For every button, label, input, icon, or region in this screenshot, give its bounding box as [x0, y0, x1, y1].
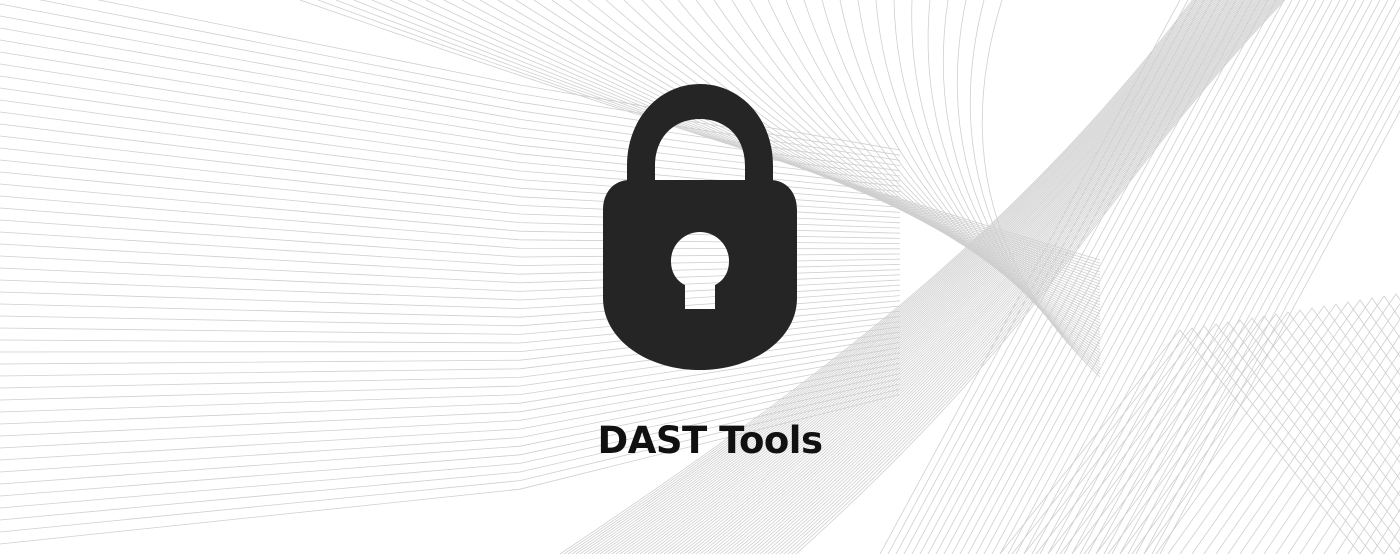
- page-title: DAST Tools: [597, 419, 824, 462]
- padlock-icon: [603, 84, 797, 370]
- banner: DAST Tools: [0, 0, 1400, 554]
